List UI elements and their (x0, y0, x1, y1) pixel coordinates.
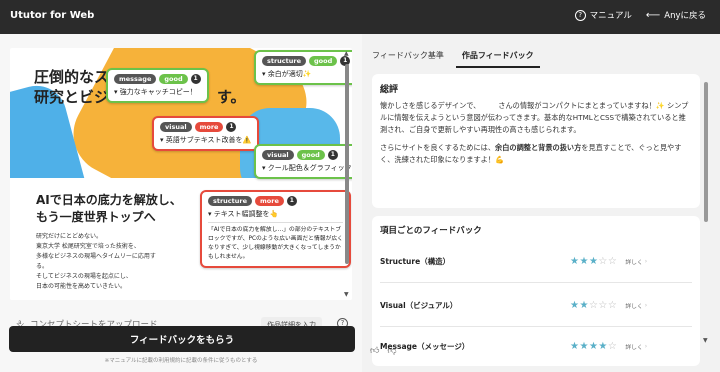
help-circle-icon: ? (574, 9, 586, 21)
row-divider (380, 326, 692, 327)
tab-work-feedback[interactable]: 作品フィードバック (455, 50, 540, 68)
card-text: ▾ クール配色＆グラフィック😊 (262, 164, 352, 172)
tag-count: 1 (226, 122, 237, 132)
star-filled-icon: ★ (588, 340, 599, 352)
arrow-left-icon: ⟵ (645, 9, 661, 21)
back-label: Anyに戻る (664, 11, 706, 21)
card-text: ▾ 余白が適切✨ (262, 70, 312, 78)
details-link[interactable]: 詳しく (625, 301, 642, 310)
sub-heading-1: AIで日本の底力を解放し、 (36, 193, 182, 207)
feedback-row-structure[interactable]: Structure（構造） ★★★☆☆ 詳しく › (380, 246, 692, 276)
get-feedback-button[interactable]: フィードバックをもらう (9, 326, 355, 352)
row-label: Structure（構造） (380, 256, 451, 266)
sub-heading-2: もう一度世界トップへ (36, 210, 156, 224)
star-rating: ★★☆☆☆ (570, 300, 617, 311)
hero-line-1: 圧倒的なス (34, 68, 110, 86)
card-text: ▾ 強力なキャッチコピー！ (114, 88, 197, 96)
tag-category: visual (160, 122, 192, 132)
right-scrollbar[interactable]: ▼ (703, 74, 709, 344)
row-label: Visual（ビジュアル） (380, 300, 458, 310)
feedback-card-visual-good[interactable]: visual good 1 ▾ クール配色＆グラフィック😊 (254, 144, 352, 179)
body-text: 研究だけにとどめない。 東京大学 松尾研究室で培った技術を、 多様なビジネスの現… (36, 233, 156, 290)
tag-more: more (194, 122, 224, 132)
rating-buttons: 👍︎ 👎︎ (370, 346, 397, 356)
tag-category: visual (262, 150, 294, 160)
star-empty-icon: ☆ (607, 340, 618, 352)
star-filled-icon: ★ (598, 340, 608, 352)
tag-more: more (255, 196, 284, 206)
scroll-thumb[interactable] (345, 64, 349, 264)
preview-scrollbar[interactable]: ▲ ▼ (344, 50, 350, 298)
card-text: ▾ テキスト幅調整を👆 (208, 210, 279, 218)
star-empty-icon: ☆ (607, 255, 618, 267)
feedback-card-structure-good[interactable]: structure good 1 ▾ 余白が適切✨ (254, 50, 352, 85)
top-nav: ? マニュアル ⟵ Anyに戻る (574, 9, 706, 22)
star-empty-icon: ☆ (607, 299, 618, 311)
left-pane: 圧倒的なス 研究とビジ す。 AIで日本の底力を解放し、 もう一度世界トップへ 研… (0, 34, 362, 372)
chevron-right-icon: › (644, 342, 648, 350)
feedback-card-structure-more[interactable]: structure more 1 ▾ テキスト幅調整を👆 「AIで日本の底力を解… (200, 190, 351, 268)
star-filled-icon: ★ (579, 299, 589, 311)
scroll-down-icon[interactable]: ▼ (344, 291, 349, 298)
item-feedback-card: 項目ごとのフィードバック Structure（構造） ★★★☆☆ 詳しく › V… (372, 216, 700, 366)
details-link[interactable]: 詳しく (625, 257, 642, 266)
right-pane: フィードバック基準 作品フィードバック 総評 懐かしさを感じるデザインで、 さん… (362, 34, 720, 372)
tag-good: good (296, 150, 325, 160)
back-link[interactable]: ⟵ Anyに戻る (645, 9, 706, 22)
app-title: Ututor for Web (10, 10, 95, 21)
tab-feedback-criteria[interactable]: フィードバック基準 (372, 50, 444, 68)
card-text: ▾ 英語サブテキスト改善を⚠️ (160, 136, 252, 144)
item-feedback-title: 項目ごとのフィードバック (380, 226, 482, 236)
tag-good: good (309, 56, 338, 66)
feedback-row-message[interactable]: Message（メッセージ） ★★★★☆ 詳しく › (380, 331, 692, 361)
star-filled-icon: ★ (579, 340, 589, 352)
thumbs-down-icon[interactable]: 👎︎ (387, 346, 396, 356)
thumbs-up-icon[interactable]: 👍︎ (370, 346, 379, 356)
card-detail-text: 「AIで日本の底力を解放し…」の部分のテキストブロックですが、PCのような広い画… (208, 222, 343, 262)
star-rating: ★★★★☆ (570, 341, 617, 352)
design-preview[interactable]: 圧倒的なス 研究とビジ す。 AIで日本の底力を解放し、 もう一度世界トップへ 研… (10, 48, 352, 300)
star-empty-icon: ☆ (588, 299, 599, 311)
details-link[interactable]: 詳しく (625, 342, 642, 351)
tab-bar: フィードバック基準 作品フィードバック (372, 50, 540, 68)
terms-note: ※マニュアルに記載の利用規約に記載の条件に従うものとする (104, 358, 258, 364)
scroll-up-icon[interactable]: ▲ (344, 50, 349, 57)
chevron-right-icon: › (644, 257, 648, 265)
star-empty-icon: ☆ (598, 255, 608, 267)
star-rating: ★★★☆☆ (570, 256, 617, 267)
summary-paragraph-2: さらにサイトを良くするためには、余白の調整と背景の扱い方を見直すことで、ぐっと見… (380, 143, 682, 164)
tag-category: structure (262, 56, 307, 66)
scroll-thumb[interactable] (704, 82, 708, 222)
feedback-card-visual-more[interactable]: visual more 1 ▾ 英語サブテキスト改善を⚠️ (152, 116, 260, 151)
star-empty-icon: ☆ (598, 299, 608, 311)
tag-category: message (114, 74, 157, 84)
scroll-down-icon[interactable]: ▼ (703, 337, 708, 344)
manual-link[interactable]: ? マニュアル (574, 9, 632, 21)
tag-good: good (159, 74, 188, 84)
feedback-row-visual[interactable]: Visual（ビジュアル） ★★☆☆☆ 詳しく › (380, 290, 692, 320)
summary-card: 総評 懐かしさを感じるデザインで、 さんの情報がコンパクトにまとまっていますね！… (372, 74, 700, 208)
tag-count: 1 (286, 196, 297, 206)
row-divider (380, 282, 692, 283)
star-filled-icon: ★ (579, 255, 589, 267)
feedback-card-message[interactable]: message good 1 ▾ 強力なキャッチコピー！ (106, 68, 209, 103)
top-bar: Ututor for Web ? マニュアル ⟵ Anyに戻る (0, 0, 720, 34)
summary-paragraph-1: 懐かしさを感じるデザインで、 さんの情報がコンパクトにまとまっていますね！✨ シ… (380, 101, 689, 134)
star-filled-icon: ★ (588, 255, 599, 267)
summary-title: 総評 (380, 85, 399, 95)
tag-count: 1 (190, 74, 201, 84)
chevron-right-icon: › (644, 301, 648, 309)
tag-category: structure (208, 196, 253, 206)
row-label: Message（メッセージ） (380, 341, 470, 351)
tag-count: 1 (327, 150, 338, 160)
manual-label: マニュアル (589, 11, 632, 21)
